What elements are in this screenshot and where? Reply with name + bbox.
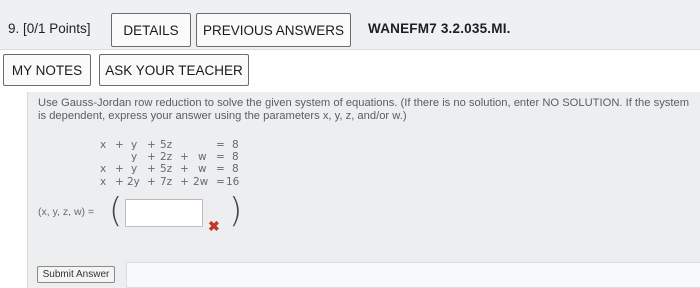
left-paren: ( xyxy=(109,191,123,231)
term-w: w xyxy=(198,151,207,163)
answer-label: (x, y, z, w) = xyxy=(38,206,95,218)
term-z: 5z xyxy=(160,163,173,175)
equals-sign: = xyxy=(216,151,225,163)
operator: + xyxy=(147,176,156,188)
term-z: 2z xyxy=(160,151,173,163)
question-number: 9. [0/1 Points] xyxy=(8,21,91,36)
term-y: 2y xyxy=(127,176,140,188)
feedback-area xyxy=(126,262,700,288)
term-y: y xyxy=(131,163,138,175)
previous-answers-button[interactable]: PREVIOUS ANSWERS xyxy=(196,13,351,47)
term-y: y xyxy=(131,139,138,151)
term-z: 7z xyxy=(160,176,173,188)
operator: + xyxy=(180,163,189,175)
equation-row: x + y + 5z + w = 8 xyxy=(0,163,700,176)
rhs-value: 16 xyxy=(226,176,240,188)
rhs-value: 8 xyxy=(232,163,239,175)
problem-code: WANEFM7 3.2.035.MI. xyxy=(368,21,511,36)
term-w: 2w xyxy=(193,176,209,188)
details-button[interactable]: DETAILS xyxy=(111,13,191,47)
incorrect-mark-icon: ✖ xyxy=(208,218,220,234)
rhs-value: 8 xyxy=(232,151,239,163)
right-paren: ) xyxy=(229,191,243,231)
equals-sign: = xyxy=(216,139,225,151)
answer-input[interactable] xyxy=(125,199,203,227)
ask-teacher-button[interactable]: ASK YOUR TEACHER xyxy=(99,54,249,86)
operator: + xyxy=(180,151,189,163)
operator: + xyxy=(147,163,156,175)
term-w: w xyxy=(198,163,207,175)
equation-row: x + 2y + 7z + 2w = 16 xyxy=(0,176,700,189)
operator: + xyxy=(147,151,156,163)
term-x: x xyxy=(100,139,107,151)
question-instructions: Use Gauss-Jordan row reduction to solve … xyxy=(38,97,690,122)
equals-sign: = xyxy=(216,163,225,175)
submit-answer-button[interactable]: Submit Answer xyxy=(37,266,115,283)
equals-sign: = xyxy=(216,176,225,188)
operator: + xyxy=(115,139,124,151)
operator: + xyxy=(180,176,189,188)
term-z: 5z xyxy=(160,139,173,151)
operator: + xyxy=(147,139,156,151)
my-notes-button[interactable]: MY NOTES xyxy=(3,54,91,86)
term-x: x xyxy=(100,176,107,188)
operator: + xyxy=(115,176,124,188)
operator: + xyxy=(115,163,124,175)
term-y: y xyxy=(131,151,138,163)
term-x: x xyxy=(100,163,107,175)
rhs-value: 8 xyxy=(232,139,239,151)
